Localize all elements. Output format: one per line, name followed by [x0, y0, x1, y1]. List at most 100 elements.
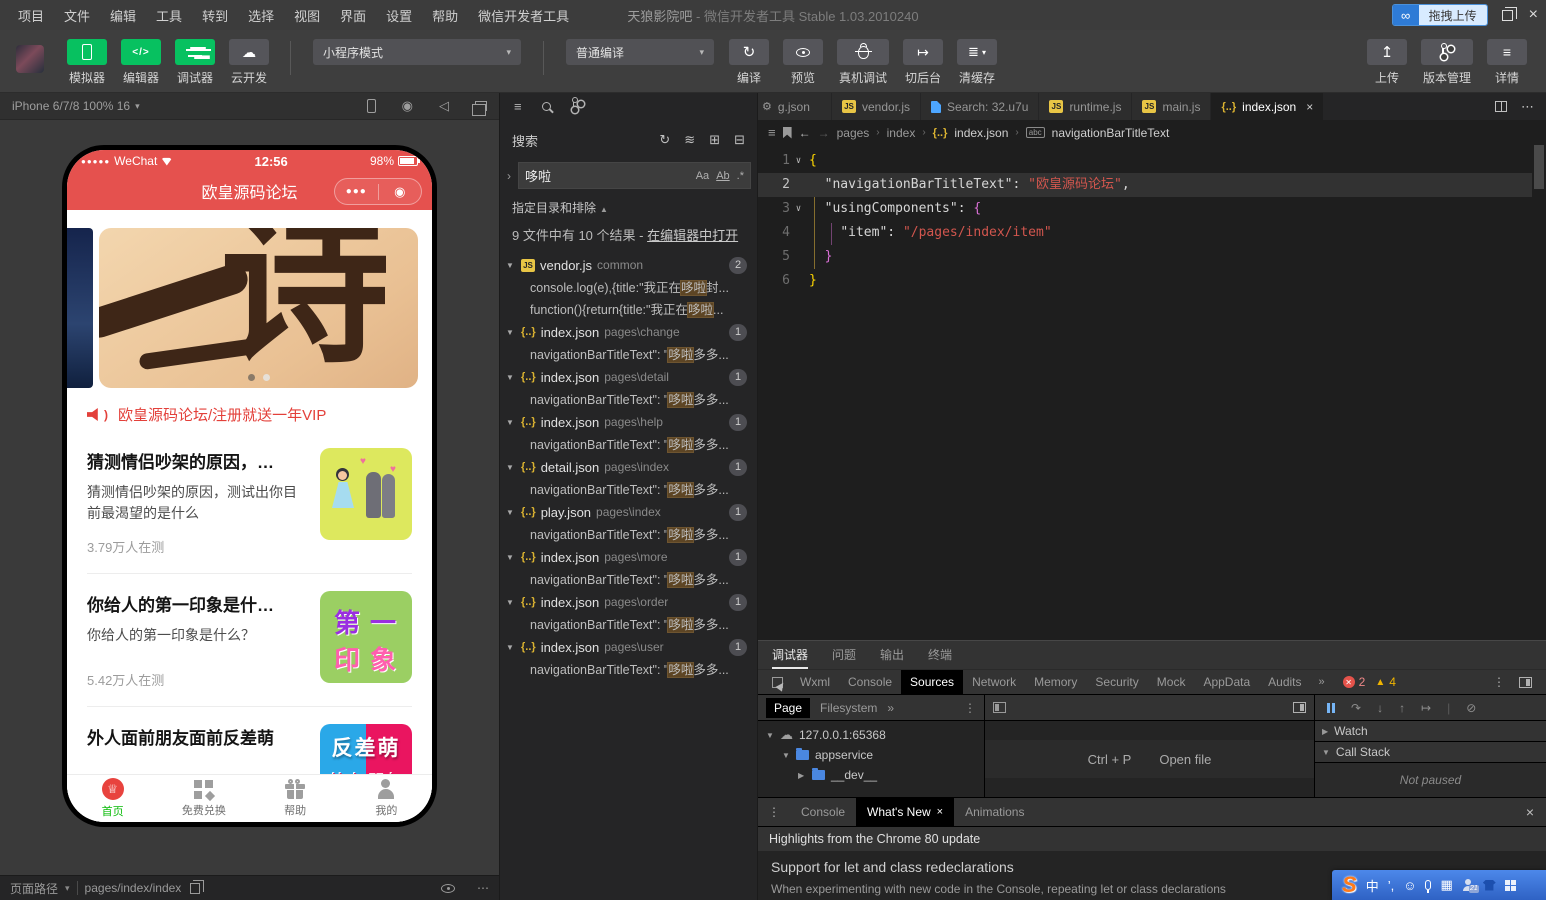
outline-icon[interactable]: ≡ — [768, 125, 776, 140]
menu-item[interactable]: 设置 — [376, 6, 422, 25]
detach-window-icon[interactable] — [472, 101, 487, 116]
tab-index-json[interactable]: {..} index.json × — [1211, 93, 1325, 120]
regex-toggle[interactable]: .* — [737, 170, 744, 182]
carousel-slide-image[interactable]: 诗 — [99, 228, 418, 388]
drawer-tab-animations[interactable]: Animations — [954, 798, 1035, 826]
forward-icon[interactable]: → — [818, 126, 830, 140]
code-editor[interactable]: 1 ∨{ 2 "navigationBarTitleText": "欧皇源码论坛"… — [758, 145, 1546, 640]
tree-item-host[interactable]: ▼ ☁ 127.0.0.1:65368 — [758, 725, 984, 745]
search-input[interactable]: 哆啦 Aa Ab .* — [518, 162, 751, 189]
watch-section[interactable]: ▶ Watch — [1315, 721, 1546, 742]
inspect-element-icon[interactable] — [772, 676, 783, 688]
debugger-tab[interactable]: 终端 — [928, 641, 952, 669]
match-line[interactable]: console.log(e),{title:"我正在哆啦封... — [500, 277, 757, 299]
result-group-header[interactable]: ▼ {..} index.json pages\more 1 — [500, 546, 757, 569]
rotate-device-icon[interactable] — [366, 99, 376, 113]
git-icon[interactable] — [571, 97, 583, 113]
more-actions-icon[interactable]: ⋯ — [1521, 99, 1534, 115]
ime-account-icon[interactable]: 21 — [1462, 879, 1479, 893]
ime-skin-icon[interactable] — [1482, 879, 1496, 891]
menu-item[interactable]: 项目 — [8, 6, 54, 25]
result-group-header[interactable]: ▼ {..} index.json pages\detail 1 — [500, 366, 757, 389]
devtools-menu-icon[interactable]: ⋮ — [1493, 675, 1505, 689]
more-icon[interactable]: ⋯ — [477, 881, 489, 895]
source-editor-placeholder[interactable]: Ctrl + P Open file — [985, 721, 1315, 797]
split-editor-icon[interactable] — [1495, 101, 1507, 112]
devtools-tab[interactable]: Mock — [1148, 670, 1195, 694]
match-line[interactable]: navigationBarTitleText": "哆啦多多... — [500, 344, 757, 366]
tree-item-folder[interactable]: ▼ appservice — [758, 745, 984, 765]
open-in-editor-link[interactable]: 在编辑器中打开 — [647, 228, 738, 243]
match-line[interactable]: navigationBarTitleText": "哆啦多多... — [500, 659, 757, 681]
match-line[interactable]: navigationBarTitleText": "哆啦多多... — [500, 434, 757, 456]
match-line[interactable]: navigationBarTitleText": "哆啦多多... — [500, 614, 757, 636]
menu-item[interactable]: 转到 — [192, 6, 238, 25]
tab-main-js[interactable]: JS main.js — [1132, 93, 1212, 120]
preview-button[interactable]: 预览 — [783, 39, 823, 86]
record-icon[interactable]: ◉ — [402, 98, 413, 114]
devtools-tab[interactable]: Network — [963, 670, 1025, 694]
exit-target-icon[interactable]: ◉ — [379, 184, 422, 200]
step-out-icon[interactable]: ↑ — [1399, 701, 1405, 715]
debugger-toggle-button[interactable]: 调试器 — [175, 39, 215, 86]
ime-emoji-icon[interactable]: ☺ — [1403, 878, 1416, 893]
ime-mic-icon[interactable] — [1425, 880, 1432, 893]
devtools-tab[interactable]: Audits — [1259, 670, 1310, 694]
result-group-header[interactable]: ▼ {..} index.json pages\change 1 — [500, 321, 757, 344]
result-group-header[interactable]: ▼ {..} index.json pages\help 1 — [500, 411, 757, 434]
drag-upload-button[interactable]: ∞ 拖拽上传 — [1391, 4, 1488, 26]
devtools-tab[interactable]: AppData — [1194, 670, 1259, 694]
clear-cache-button[interactable]: ≣ ▾ 清缓存 — [957, 39, 997, 86]
refresh-results-icon[interactable]: ↻ — [659, 132, 670, 148]
tab-g-json[interactable]: ⚙ g.json — [758, 93, 832, 120]
result-group-header[interactable]: ▼ {..} detail.json pages\index 1 — [500, 456, 757, 479]
compile-button[interactable]: ↻ 编译 — [729, 39, 769, 86]
menu-item[interactable]: 微信开发者工具 — [468, 6, 579, 25]
file-list-icon[interactable]: ≡ — [514, 99, 522, 114]
search-icon[interactable] — [541, 101, 551, 111]
menu-item[interactable]: 文件 — [54, 6, 100, 25]
menu-item[interactable]: 帮助 — [422, 6, 468, 25]
sogou-logo-icon[interactable]: S — [1342, 874, 1357, 896]
result-group-header[interactable]: ▼ {..} index.json pages\user 1 — [500, 636, 757, 659]
tab-help[interactable]: 帮助 — [250, 775, 341, 822]
deactivate-breakpoints-icon[interactable]: ⊘ — [1466, 701, 1476, 715]
copy-icon[interactable] — [190, 879, 205, 894]
fold-icon[interactable]: ∨ — [790, 149, 807, 173]
result-group-header[interactable]: ▼ JS vendor.js common 2 — [500, 254, 757, 277]
devtools-tab[interactable]: Console — [839, 670, 901, 694]
drawer-tab-whats-new[interactable]: What's New × — [856, 798, 955, 826]
editor-scrollbar[interactable] — [1532, 145, 1546, 640]
version-management-button[interactable]: 版本管理 — [1421, 39, 1473, 86]
whole-word-toggle[interactable]: Ab — [716, 170, 729, 182]
mode-select[interactable]: 小程序模式 ▾ — [313, 39, 521, 65]
editor-toggle-button[interactable]: </> 编辑器 — [121, 39, 161, 86]
match-line[interactable]: navigationBarTitleText": "哆啦多多... — [500, 479, 757, 501]
tab-home[interactable]: ♕ 首页 — [67, 775, 158, 822]
devtools-tab[interactable]: Memory — [1025, 670, 1086, 694]
menu-item[interactable]: 工具 — [146, 6, 192, 25]
tab-overflow-icon[interactable]: » — [887, 701, 894, 715]
toggle-replace-icon[interactable]: › — [502, 169, 516, 183]
debugger-tab[interactable]: 调试器 — [772, 641, 809, 669]
match-line[interactable]: navigationBarTitleText": "哆啦多多... — [500, 569, 757, 591]
close-tab-icon[interactable]: × — [937, 806, 943, 818]
tree-item-folder[interactable]: ▶ __dev__ — [758, 765, 984, 785]
quiz-card[interactable]: 你给人的第一印象是什… 你给人的第一印象是什么？ 5.42万人在测 第一 印象 — [87, 573, 412, 706]
devtools-tab[interactable]: Security — [1086, 670, 1147, 694]
match-line[interactable]: navigationBarTitleText": "哆啦多多... — [500, 524, 757, 546]
match-line[interactable]: navigationBarTitleText": "哆啦多多... — [500, 389, 757, 411]
mute-icon[interactable]: ◁ — [439, 98, 449, 114]
match-line[interactable]: function(){return{title:"我正在哆啦... — [500, 299, 757, 321]
compile-mode-select[interactable]: 普通编译 ▾ — [566, 39, 714, 65]
debugger-tab[interactable]: 问题 — [832, 641, 856, 669]
fold-icon[interactable]: ∨ — [790, 197, 807, 221]
menu-item[interactable]: 视图 — [284, 6, 330, 25]
tab-overflow-icon[interactable]: » — [1311, 676, 1333, 688]
ime-lang-toggle[interactable]: 中 — [1366, 876, 1379, 895]
menu-item[interactable]: 选择 — [238, 6, 284, 25]
capsule-menu[interactable]: ●●● ◉ — [334, 178, 422, 205]
banner-carousel[interactable]: 诗 — [67, 228, 432, 388]
dock-side-icon[interactable] — [1519, 676, 1532, 688]
details-button[interactable]: ≡ 详情 — [1487, 39, 1527, 86]
